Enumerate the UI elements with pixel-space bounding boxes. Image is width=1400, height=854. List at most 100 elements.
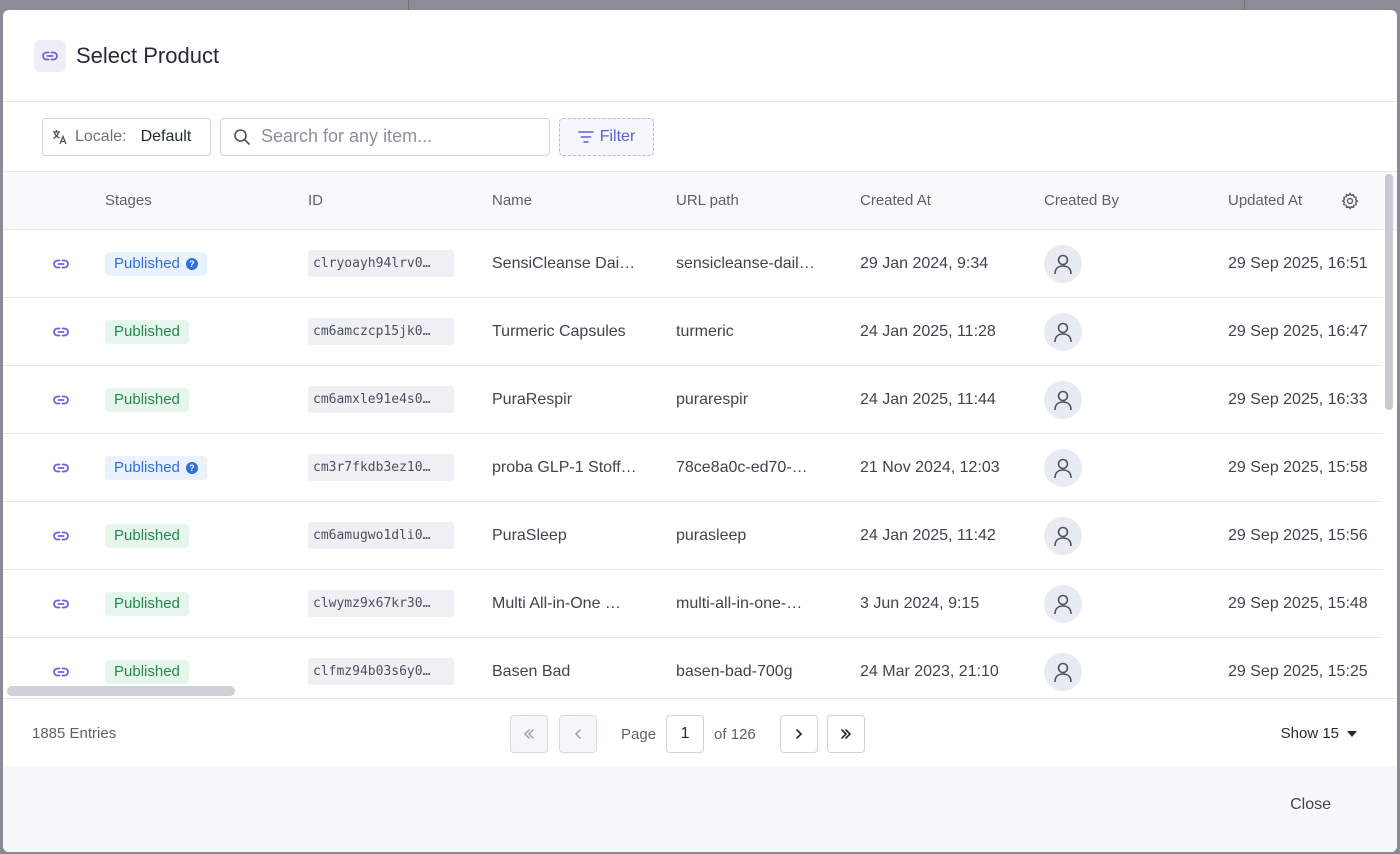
stage-label: Published [114,255,180,272]
page-size-selector[interactable]: Show 15 [1281,699,1357,769]
avatar[interactable] [1044,516,1082,555]
updated-at: 29 Sep 2025, 16:33 [1228,390,1368,408]
id-chip: cm6amxle91e4s0… [308,386,454,413]
toolbar: Locale: Default Filter [3,102,1397,172]
entries-count: 1885 Entries [32,725,117,742]
user-icon [1053,525,1073,547]
url-path: purarespir [676,390,749,408]
column-header-id[interactable]: ID [308,172,323,230]
updated-at: 29 Sep 2025, 15:25 [1228,662,1368,680]
close-button[interactable]: Close [1290,796,1331,814]
table-row[interactable]: Published cm6amugwo1dli0… PuraSleep purasle… [3,502,1382,570]
avatar[interactable] [1044,244,1082,283]
status-badge: Published? [105,455,207,480]
horizontal-scrollbar[interactable] [7,686,235,696]
filter-button[interactable]: Filter [559,117,654,156]
dialog-header: Select Product [3,10,1397,102]
updated-at: 29 Sep 2025, 16:51 [1228,254,1368,272]
updated-at: 29 Sep 2025, 15:48 [1228,594,1368,612]
link-icon[interactable] [51,366,71,433]
product-name: Multi All-in-One … [492,594,621,612]
table-body: Published? clryoayh94lrv0… SensiCleanse Da… [3,230,1397,698]
status-badge: Published [105,591,189,616]
stage-label: Published [114,323,180,340]
user-icon [1053,253,1073,275]
first-page-button[interactable] [510,715,548,753]
column-header-url-path[interactable]: URL path [676,172,739,230]
filter-icon [577,130,594,143]
table-header: Stages ID Name URL path Created At Creat… [3,172,1397,230]
status-badge: Published [105,523,189,548]
link-icon[interactable] [51,570,71,637]
table-row[interactable]: Published cm6amxle91e4s0… PuraRespir purare… [3,366,1382,434]
id-chip: cm6amugwo1dli0… [308,522,454,549]
url-path: 78ce8a0c-ed70-… [676,458,808,476]
avatar[interactable] [1044,584,1082,623]
link-icon[interactable] [51,298,71,365]
user-icon [1053,457,1073,479]
id-chip: cm6amczcp15jk0… [308,318,454,345]
stage-label: Published [114,663,180,680]
product-name: SensiCleanse Dai… [492,254,636,272]
previous-page-button[interactable] [559,715,597,753]
created-at: 21 Nov 2024, 12:03 [860,458,1000,476]
updated-at: 29 Sep 2025, 15:56 [1228,526,1368,544]
avatar[interactable] [1044,380,1082,419]
translate-icon [53,129,67,144]
id-chip: clryoayh94lrv0… [308,250,454,277]
product-name: Basen Bad [492,662,571,680]
dialog-actions: Close [3,766,1397,852]
avatar[interactable] [1044,448,1082,487]
product-name: proba GLP-1 Stoff… [492,458,637,476]
stage-label: Published [114,595,180,612]
created-at: 24 Jan 2025, 11:42 [860,526,996,544]
vertical-scrollbar[interactable] [1385,174,1393,410]
last-page-button[interactable] [826,715,865,753]
status-badge: Published [105,319,189,344]
caret-down-icon [1347,731,1357,737]
page-size-label: Show 15 [1280,725,1339,742]
locale-value: Default [140,127,192,145]
search-box[interactable] [220,117,550,156]
pagination-footer: 1885 Entries Page of 126 Show 15 [3,698,1397,768]
locale-label: Locale: [75,127,127,145]
id-chip: cm3r7fkdb3ez10… [308,454,454,481]
link-icon[interactable] [51,230,71,297]
avatar[interactable] [1044,652,1082,691]
user-icon [1053,321,1073,343]
column-settings-icon[interactable] [1341,172,1359,230]
chevron-left-icon [574,729,581,739]
help-icon[interactable]: ? [185,257,198,270]
table-row[interactable]: Published clwymz9x67kr30… Multi All-in-One… [3,570,1382,638]
created-at: 3 Jun 2024, 9:15 [860,594,980,612]
created-at: 24 Mar 2023, 21:10 [860,662,999,680]
status-badge: Published [105,659,189,684]
page-label: Page [621,725,657,743]
created-at: 24 Jan 2025, 11:28 [860,322,996,340]
column-header-stages[interactable]: Stages [105,172,152,230]
search-input[interactable] [261,126,531,147]
next-page-button[interactable] [779,715,818,753]
link-icon[interactable] [51,434,71,501]
column-header-updated-at[interactable]: Updated At [1228,172,1302,230]
background-divider [408,0,409,10]
column-header-created-by[interactable]: Created By [1044,172,1119,230]
created-at: 29 Jan 2024, 9:34 [860,254,989,272]
status-badge: Published [105,387,189,412]
link-icon[interactable] [51,502,71,569]
column-header-name[interactable]: Name [492,172,532,230]
stage-label: Published [114,527,180,544]
help-icon[interactable]: ? [185,461,198,474]
table-row[interactable]: Published? clryoayh94lrv0… SensiCleanse Da… [3,230,1382,298]
column-header-created-at[interactable]: Created At [860,172,931,230]
status-badge: Published? [105,251,207,276]
url-path: sensicleanse-dail… [676,254,815,272]
table-row[interactable]: Published cm6amczcp15jk0… Turmeric Capsule… [3,298,1382,366]
url-path: purasleep [676,526,747,544]
link-icon [34,39,66,72]
locale-selector[interactable]: Locale: Default [42,117,211,156]
avatar[interactable] [1044,312,1082,351]
page-number-input[interactable] [666,715,705,753]
stage-label: Published [114,459,180,476]
table-row[interactable]: Published? cm3r7fkdb3ez10… proba GLP-1 Sto… [3,434,1382,502]
